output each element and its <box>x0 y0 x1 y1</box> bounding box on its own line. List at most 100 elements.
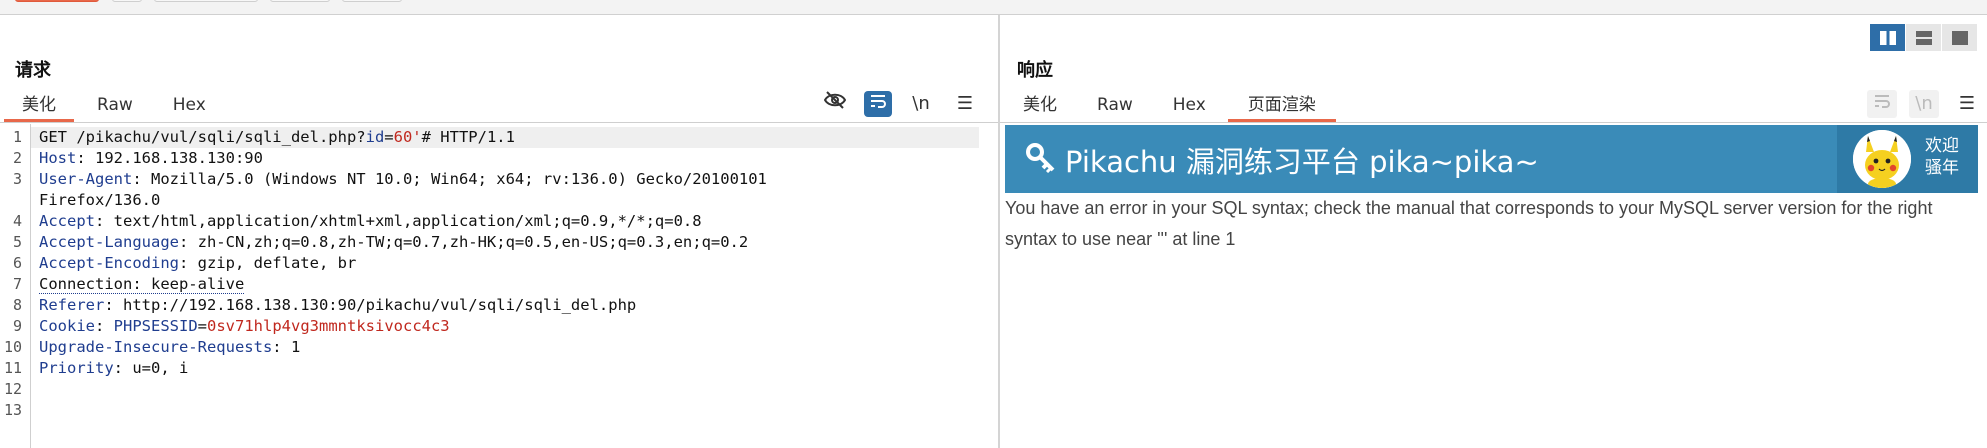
param-name: id <box>365 128 385 146</box>
header-name: Host <box>39 149 77 167</box>
line-number: 3 <box>12 170 22 188</box>
tab-pretty[interactable]: 美化 <box>1003 94 1077 122</box>
header-name: User-Agent <box>39 170 133 188</box>
code-token: GET /pikachu/vul/sqli/sqli_del.php? <box>39 128 366 146</box>
code-text: Referer: http://192.168.138.130:90/pikac… <box>39 295 636 316</box>
toolbar-button[interactable] <box>154 0 258 2</box>
tab-hex[interactable]: Hex <box>153 94 226 122</box>
layout-toggle <box>1870 24 1978 51</box>
header-name: Upgrade-Insecure-Requests <box>39 338 273 356</box>
header-name: Priority <box>39 359 114 377</box>
welcome-line: 骚年 <box>1925 158 1959 178</box>
code-text: Connection: keep-alive <box>39 274 245 295</box>
line-number: 11 <box>3 359 22 377</box>
code-line[interactable]: 11 Priority: u=0, i <box>0 358 980 379</box>
request-tabs: 美化 Raw Hex <box>2 94 226 122</box>
rows-icon <box>1915 30 1932 45</box>
line-number: 6 <box>12 254 22 272</box>
line-number: 9 <box>12 317 22 335</box>
menu-icon[interactable]: ☰ <box>1952 90 1982 118</box>
code-text: User-Agent: Mozilla/5.0 (Windows NT 10.0… <box>39 169 767 190</box>
line-number: 4 <box>12 212 22 230</box>
toolbar-button[interactable] <box>112 0 142 2</box>
line-number: 12 <box>3 380 22 398</box>
code-text: Upgrade-Insecure-Requests: 1 <box>39 337 300 358</box>
code-line[interactable]: 2 Host: 192.168.138.130:90 <box>0 148 980 169</box>
header-name: Cookie <box>39 317 95 335</box>
tab-separator <box>0 122 998 123</box>
single-pane-layout-button[interactable] <box>1942 24 1977 51</box>
toolbar-button[interactable] <box>270 0 330 2</box>
code-token: = <box>197 317 208 335</box>
rendered-page: Pikachu 漏洞练习平台 pika~pika~ 欢迎 骚年 You have… <box>1005 125 1978 448</box>
code-token: : text/html,application/xhtml+xml,applic… <box>95 212 702 230</box>
split-horizontal-layout-button[interactable] <box>1906 24 1941 51</box>
word-wrap-icon[interactable] <box>1867 90 1897 118</box>
pikachu-avatar <box>1853 130 1911 188</box>
code-token: : Mozilla/5.0 (Windows NT 10.0; Win64; x… <box>132 170 767 188</box>
code-line[interactable]: 8 Referer: http://192.168.138.130:90/pika… <box>0 295 980 316</box>
header-name: Accept <box>39 212 95 230</box>
header-name: Accept-Encoding <box>39 254 179 272</box>
param-value: 60' <box>393 128 422 146</box>
code-line[interactable]: 12 <box>0 379 980 400</box>
code-token: Firefox/136.0 <box>39 191 161 209</box>
pane-divider[interactable] <box>998 15 1000 448</box>
code-text: Host: 192.168.138.130:90 <box>39 148 263 169</box>
code-line[interactable]: 4 Accept: text/html,application/xhtml+xml… <box>0 211 980 232</box>
menu-icon[interactable]: ☰ <box>950 90 980 118</box>
newline-toggle-button[interactable]: \n <box>906 90 936 118</box>
response-tabs: 美化 Raw Hex 页面渲染 <box>1003 94 1338 122</box>
line-number: 8 <box>12 296 22 314</box>
code-line[interactable]: 7 Connection: keep-alive <box>0 274 980 295</box>
header-name: Referer <box>39 296 105 314</box>
hide-eye-icon[interactable] <box>820 90 850 118</box>
tab-render[interactable]: 页面渲染 <box>1226 94 1338 122</box>
param-name: PHPSESSID <box>113 317 198 335</box>
tab-pretty[interactable]: 美化 <box>2 94 76 122</box>
single-pane-icon <box>1951 30 1968 45</box>
code-line[interactable]: 13 <box>0 400 980 421</box>
welcome-line: 欢迎 <box>1925 136 1959 156</box>
code-token: : zh-CN,zh;q=0.8,zh-TW;q=0.7,zh-HK;q=0.5… <box>178 233 749 251</box>
code-line[interactable]: 9 Cookie: PHPSESSID=0sv71hlp4vg3mmntksivo… <box>0 316 980 337</box>
code-token: : <box>95 317 114 335</box>
word-wrap-icon[interactable] <box>864 91 892 117</box>
line-number: 13 <box>3 401 22 419</box>
toolbar-button[interactable] <box>342 0 402 2</box>
line-number: 1 <box>12 128 22 146</box>
send-button[interactable] <box>15 0 99 2</box>
tab-raw[interactable]: Raw <box>76 94 153 122</box>
code-token: : u=0, i <box>113 359 189 377</box>
code-text: GET /pikachu/vul/sqli/sqli_del.php?id=60… <box>39 127 515 148</box>
param-value: 0sv71hlp4vg3mmntksivocc4c3 <box>207 317 450 335</box>
code-line[interactable]: 6 Accept-Encoding: gzip, deflate, br <box>0 253 980 274</box>
banner-title: Pikachu 漏洞练习平台 pika~pika~ <box>1065 145 1539 179</box>
code-token: : 1 <box>272 338 301 356</box>
split-vertical-layout-button[interactable] <box>1870 24 1905 51</box>
code-token: # HTTP/1.1 <box>421 128 515 146</box>
code-text: Firefox/136.0 <box>39 190 160 211</box>
welcome-text: 欢迎 骚年 <box>1925 135 1959 179</box>
code-text: Cookie: PHPSESSID=0sv71hlp4vg3mmntksivoc… <box>39 316 450 337</box>
columns-icon <box>1879 30 1896 45</box>
line-number: 5 <box>12 233 22 251</box>
newline-toggle-button[interactable]: \n <box>1909 90 1939 118</box>
tab-raw[interactable]: Raw <box>1077 94 1153 122</box>
code-line[interactable]: Firefox/136.0 <box>0 190 980 211</box>
code-token: : 192.168.138.130:90 <box>76 149 263 167</box>
line-number: 2 <box>12 149 22 167</box>
code-line[interactable]: 10 Upgrade-Insecure-Requests: 1 <box>0 337 980 358</box>
code-token: : http://192.168.138.130:90/pikachu/vul/… <box>104 296 637 314</box>
response-title: 响应 <box>1017 60 1053 81</box>
code-text: Accept-Language: zh-CN,zh;q=0.8,zh-TW;q=… <box>39 232 748 253</box>
code-token: = <box>384 128 394 146</box>
code-line[interactable]: 3 User-Agent: Mozilla/5.0 (Windows NT 10.… <box>0 169 980 190</box>
request-editor[interactable]: 1 GET /pikachu/vul/sqli/sqli_del.php?id=6… <box>0 124 998 448</box>
code-line[interactable]: 1 GET /pikachu/vul/sqli/sqli_del.php?id=6… <box>0 127 980 148</box>
code-text: Accept-Encoding: gzip, deflate, br <box>39 253 356 274</box>
tab-hex[interactable]: Hex <box>1153 94 1226 122</box>
code-line[interactable]: 5 Accept-Language: zh-CN,zh;q=0.8,zh-TW;q… <box>0 232 980 253</box>
code-text: Accept: text/html,application/xhtml+xml,… <box>39 211 702 232</box>
code-token: Connection: keep-alive <box>39 275 245 294</box>
